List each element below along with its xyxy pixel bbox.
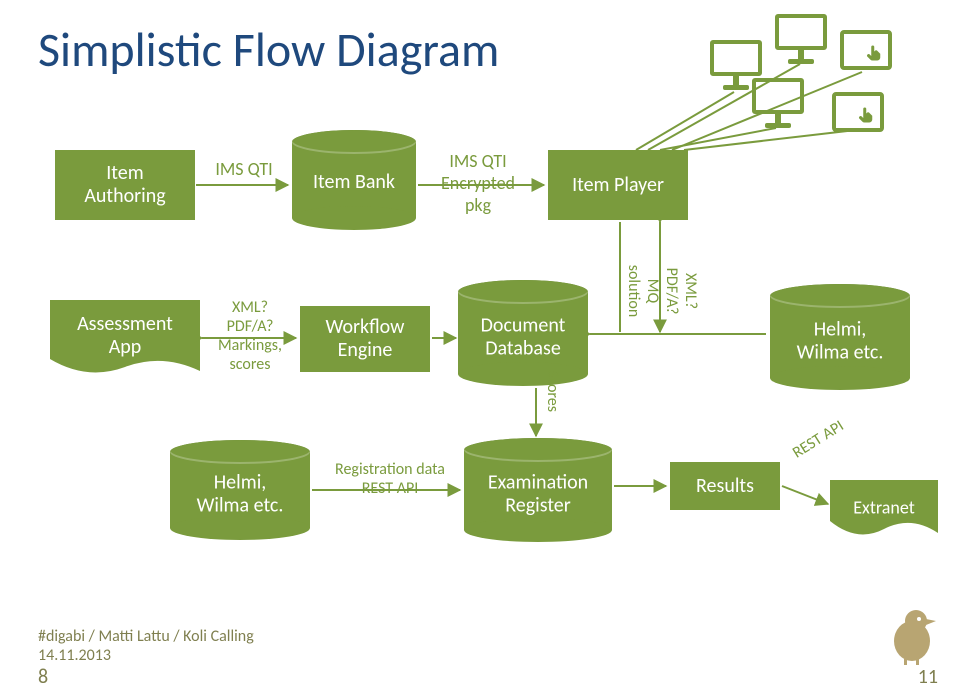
node-label: Helmi,Wilma etc. — [770, 319, 910, 365]
touch-icon — [866, 44, 884, 62]
slide: Simplistic Flow Diagram ItemAuthoring IM… — [0, 0, 960, 695]
edge-label-reg-data: Registration dataREST API — [320, 460, 460, 498]
node-item-player: Item Player — [548, 150, 688, 220]
node-exam-register: ExaminationRegister — [464, 438, 612, 542]
node-item-authoring: ItemAuthoring — [55, 150, 195, 220]
node-workflow-engine: WorkflowEngine — [300, 306, 430, 372]
node-extranet: Extranet — [830, 480, 938, 542]
tablet-icon — [832, 92, 884, 132]
node-label: Item Bank — [292, 171, 416, 194]
slide-title: Simplistic Flow Diagram — [38, 20, 499, 79]
node-label: ItemAuthoring — [84, 162, 165, 208]
node-assessment-app: AssessmentApp — [50, 300, 200, 380]
edge-label-rest-api: REST API — [789, 416, 847, 462]
edge-label-xml-pdfa: XML?PDF/A? — [662, 256, 700, 326]
edge-label-mq: MQsolution — [624, 256, 662, 326]
node-label: ExaminationRegister — [464, 472, 612, 518]
node-label: Results — [696, 475, 754, 498]
node-label: WorkflowEngine — [326, 316, 405, 362]
footer-line1: #digabi / Matti Lattu / Koli Calling — [38, 627, 254, 646]
page-number-right: 11 — [918, 665, 938, 689]
edge-label-scores: Scores — [543, 370, 562, 412]
page-number-left: 8 — [38, 665, 48, 689]
bird-icon — [886, 605, 938, 665]
footer: #digabi / Matti Lattu / Koli Calling 14.… — [38, 627, 254, 665]
touch-icon — [858, 106, 876, 124]
node-helmi-left: Helmi,Wilma etc. — [170, 440, 310, 540]
monitor-icon — [752, 78, 804, 128]
node-label: Item Player — [572, 174, 664, 197]
node-item-bank: Item Bank — [292, 130, 416, 230]
tablet-icon — [840, 30, 892, 70]
node-label: Helmi,Wilma etc. — [170, 472, 310, 518]
edge-label-ims-qti: IMS QTI — [204, 158, 284, 180]
monitor-icon — [775, 14, 827, 64]
node-results: Results — [670, 462, 780, 510]
edge-label-ims-qti-pkg: IMS QTIEncryptedpkg — [428, 150, 528, 216]
node-label: AssessmentApp — [50, 313, 200, 359]
node-helmi-right: Helmi,Wilma etc. — [770, 284, 910, 390]
node-document-database: DocumentDatabase — [458, 280, 588, 386]
edge-label-xml-marks: XML?PDF/A?Markings,scores — [210, 298, 290, 374]
node-label: Extranet — [830, 498, 938, 519]
node-label: DocumentDatabase — [458, 315, 588, 361]
footer-line2: 14.11.2013 — [38, 646, 254, 665]
